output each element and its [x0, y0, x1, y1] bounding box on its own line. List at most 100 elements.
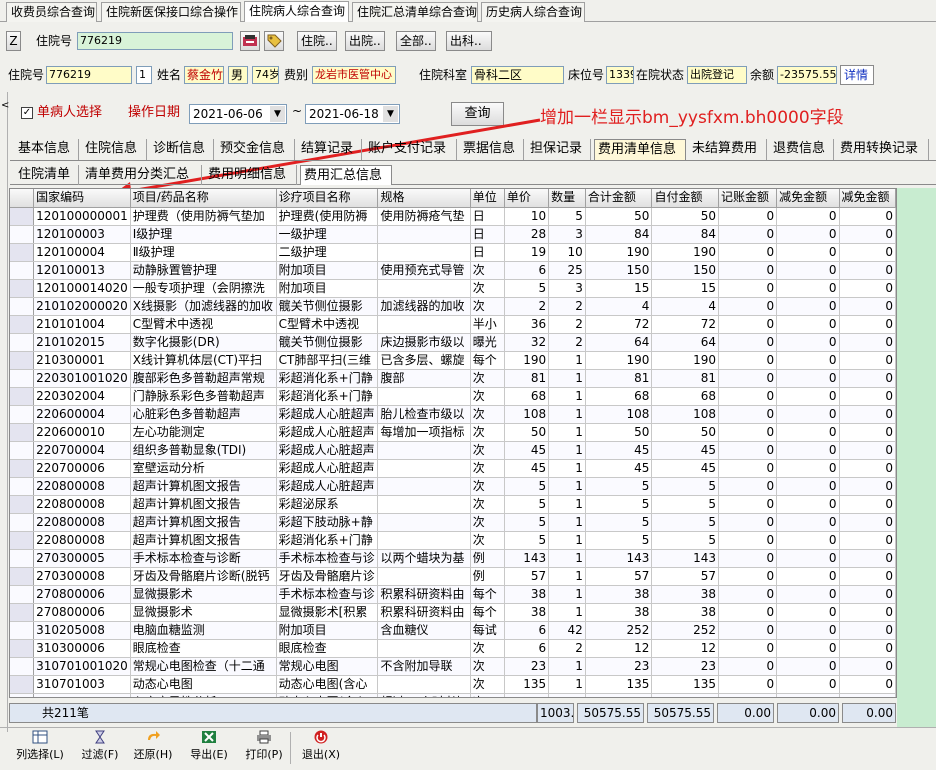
z-button[interactable]: Z — [6, 31, 21, 51]
table-row[interactable]: 310205008 电脑血糖监测 附加项目 含血糖仪 每试 6 42 252 252 0 0 0 — [10, 621, 896, 640]
search-id-input[interactable]: 776219 — [77, 32, 233, 50]
table-row[interactable]: 120100003 Ⅰ级护理 一级护理日 28 3 84 84 0 0 0 — [10, 225, 896, 244]
tab-guarantee-records[interactable]: 担保记录 — [527, 139, 591, 160]
row-selector[interactable] — [10, 693, 35, 697]
tab-refund-info[interactable]: 退费信息 — [770, 139, 834, 160]
row-selector[interactable] — [10, 387, 35, 406]
tab-diagnosis-info[interactable]: 诊断信息 — [150, 139, 214, 160]
row-selector[interactable] — [10, 477, 35, 496]
col-header-treatment-item[interactable]: 诊疗项目名称 — [276, 189, 379, 208]
col-header-reduction-2[interactable]: 减免金额 — [839, 189, 896, 208]
col-header-reduction-1[interactable]: 减免金额 — [776, 189, 840, 208]
table-row[interactable]: 220600004 心脏彩色多普勒超声 彩超成人心脏超声 胎儿检查市级以次 108 1 10… — [10, 405, 896, 424]
row-selector-header[interactable] — [10, 189, 35, 208]
tab-fee-clerk-query[interactable]: 收费员综合查询 — [6, 2, 97, 22]
table-row[interactable]: 220302004 门静脉系彩色多普勒超声 彩超消化系+门静次 68 1 68 68 0 0 0 — [10, 387, 896, 406]
exit-button[interactable]: 退出(X) — [298, 730, 344, 766]
table-row[interactable]: 210102000020 X线摄影（加滤线器的加收 髋关节侧位摄影 加滤线器的加收次 2… — [10, 297, 896, 316]
row-selector[interactable] — [10, 459, 35, 478]
row-selector[interactable] — [10, 369, 35, 388]
row-selector[interactable] — [10, 567, 35, 586]
col-header-unit-price[interactable]: 单价 — [504, 189, 550, 208]
table-row[interactable]: 220800008 超声计算机图文报告 彩超泌尿系次 5 1 5 5 0 0 0 — [10, 495, 896, 514]
single-patient-checkbox[interactable]: ✓ — [21, 107, 33, 119]
table-row[interactable]: 220700004 组织多普勒显象(TDI) 彩超成人心脏超声次 45 1 45 45 0 0 0 — [10, 441, 896, 460]
tab-inpatient-info[interactable]: 住院信息 — [82, 139, 147, 160]
detail-button[interactable]: 详情 — [840, 65, 874, 85]
table-row[interactable]: 310300006 眼底检查 眼底检查次 6 2 12 12 0 0 0 — [10, 639, 896, 658]
tab-invoice-info[interactable]: 票据信息 — [460, 139, 524, 160]
tab-fee-list-info[interactable]: 费用清单信息 — [594, 139, 686, 160]
tab-fee-conversion[interactable]: 费用转换记录 — [837, 139, 929, 160]
tag-button[interactable] — [264, 31, 284, 51]
all-button[interactable]: 全部.. — [396, 31, 436, 51]
row-selector[interactable] — [10, 603, 35, 622]
table-row[interactable]: 210300001 X线计算机体层(CT)平扫 CT肺部平扫(三维 已含多层、螺旋 每个… — [10, 351, 896, 370]
row-selector[interactable] — [10, 531, 35, 550]
table-row[interactable]: 220800008 超声计算机图文报告 彩超消化系+门静次 5 1 5 5 0 0 0 — [10, 531, 896, 550]
tab-unsettled-fees[interactable]: 未结算费用 — [689, 139, 767, 160]
table-row[interactable]: 270300005 手术标本检查与诊断 手术标本检查与诊 以两个蜡块为基例 143 1 14… — [10, 549, 896, 568]
left-splitter[interactable] — [0, 92, 8, 732]
table-row[interactable]: 310701010心率变异性分析动态心电图(含心超过24小时者加次7017070… — [10, 693, 896, 697]
tab-deposit-info[interactable]: 预交金信息 — [217, 139, 295, 160]
row-selector[interactable] — [10, 585, 35, 604]
tab-settlement-records[interactable]: 结算记录 — [298, 139, 362, 160]
admitted-button[interactable]: 住院.. — [297, 31, 337, 51]
card-reader-button[interactable] — [240, 31, 260, 51]
out-dept-button[interactable]: 出科.. — [446, 31, 492, 51]
row-selector[interactable] — [10, 207, 35, 226]
table-row[interactable]: 220800008 超声计算机图文报告 彩超成人心脏超声次 5 1 5 5 0 0 0 — [10, 477, 896, 496]
col-header-quantity[interactable]: 数量 — [548, 189, 586, 208]
tab-insurance-interface[interactable]: 住院新医保接口综合操作 — [101, 2, 241, 22]
table-row[interactable]: 310701001020 常规心电图检查（十二通 常规心电图 不含附加导联次 23 1 23… — [10, 657, 896, 676]
subtab-fee-category-summary[interactable]: 清单费用分类汇总 — [82, 165, 202, 185]
tab-account-payment[interactable]: 账户支付记录 — [365, 139, 457, 160]
subtab-inpatient-list[interactable]: 住院清单 — [15, 165, 79, 185]
col-header-account-amount[interactable]: 记账金额 — [718, 189, 778, 208]
collapse-left-icon[interactable]: < — [1, 100, 9, 111]
export-button[interactable]: 导出(E) — [187, 730, 231, 766]
table-row[interactable]: 220301001020 腹部彩色多普勒超声常规 彩超消化系+门静 腹部次 81 1 81 8… — [10, 369, 896, 388]
row-selector[interactable] — [10, 351, 35, 370]
row-selector[interactable] — [10, 495, 35, 514]
row-selector[interactable] — [10, 621, 35, 640]
row-selector[interactable] — [10, 441, 35, 460]
table-row[interactable]: 310701003 动态心电图 动态心电图(含心次 135 1 135 135 0 0 0 — [10, 675, 896, 694]
row-selector[interactable] — [10, 225, 35, 244]
row-selector[interactable] — [10, 549, 35, 568]
col-header-item-name[interactable]: 项目/药品名称 — [130, 189, 277, 208]
col-header-self-pay[interactable]: 自付金额 — [651, 189, 720, 208]
col-header-national-code[interactable]: 国家编码 — [33, 189, 131, 208]
row-selector[interactable] — [10, 261, 35, 280]
tab-history-patient-query[interactable]: 历史病人综合查询 — [481, 2, 585, 22]
row-selector[interactable] — [10, 333, 35, 352]
row-selector[interactable] — [10, 405, 35, 424]
tab-inpatient-query[interactable]: 住院病人综合查询 — [244, 1, 349, 22]
subtab-fee-detail[interactable]: 费用明细信息 — [205, 165, 297, 185]
table-row[interactable]: 120100000001 护理费（使用防褥气垫加 护理费(使用防褥 使用防褥疮气垫日 1… — [10, 207, 896, 226]
column-select-button[interactable]: 列选择(L) — [12, 730, 68, 766]
row-selector[interactable] — [10, 639, 35, 658]
table-row[interactable]: 210101004 C型臂术中透视 C型臂术中透视 半小 36 2 72 72 0 0 0 — [10, 315, 896, 334]
filter-button[interactable]: 过滤(F) — [78, 730, 122, 766]
table-row[interactable]: 220700006 室壁运动分析 彩超成人心脏超声次 45 1 45 45 0 0 0 — [10, 459, 896, 478]
restore-button[interactable]: 还原(H) — [131, 730, 175, 766]
table-row[interactable]: 120100013 动静脉置管护理 附加项目 使用预充式导管次 6 25 150 150 0 0 0 — [10, 261, 896, 280]
table-row[interactable]: 270800006 显微摄影术 显微摄影术[积累 积累科研资料由 每个 38 1 38 38 0 0… — [10, 603, 896, 622]
table-row[interactable]: 270800006 显微摄影术 手术标本检查与诊 积累科研资料由 每个 38 1 38 38 0 0… — [10, 585, 896, 604]
table-row[interactable]: 220800008 超声计算机图文报告 彩超下肢动脉+静次 5 1 5 5 0 0 0 — [10, 513, 896, 532]
discharged-button[interactable]: 出院.. — [345, 31, 385, 51]
col-header-spec[interactable]: 规格 — [377, 189, 471, 208]
print-button[interactable]: 打印(P) — [241, 730, 287, 766]
row-selector[interactable] — [10, 513, 35, 532]
row-selector[interactable] — [10, 675, 35, 694]
row-selector[interactable] — [10, 279, 35, 298]
table-row[interactable]: 270300008 牙齿及骨骼磨片诊断(脱钙 牙齿及骨骼磨片诊例 57 1 57 57 0 0 0 — [10, 567, 896, 586]
row-selector[interactable] — [10, 657, 35, 676]
table-row[interactable]: 210102015 数字化摄影(DR) 髋关节侧位摄影 床边摄影市级以 曝光 32 2 64 6… — [10, 333, 896, 352]
row-selector[interactable] — [10, 423, 35, 442]
row-selector[interactable] — [10, 315, 35, 334]
row-selector[interactable] — [10, 297, 35, 316]
table-row[interactable]: 120100004 Ⅱ级护理 二级护理日 19 10 190 190 0 0 0 — [10, 243, 896, 262]
